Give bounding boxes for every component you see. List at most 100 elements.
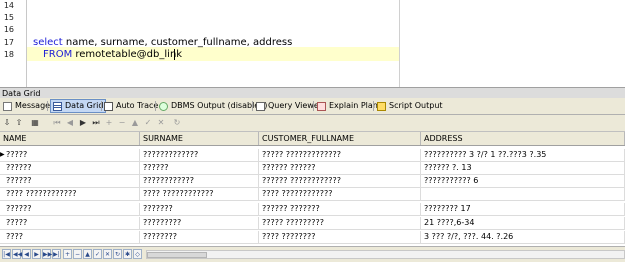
edit-record-icon[interactable]: ▲ xyxy=(130,118,140,128)
next-record-icon[interactable]: ▶ xyxy=(78,118,88,128)
cell-customer-fullname[interactable]: ???? ???????????? xyxy=(259,188,421,200)
keyword-from: FROM xyxy=(43,49,73,60)
tab-script-output[interactable]: Script Output xyxy=(377,100,443,112)
cell-surname[interactable]: ?????? xyxy=(140,162,259,174)
cell-address[interactable]: ???????? 17 xyxy=(421,203,625,215)
next-page-icon[interactable]: ▶▶ xyxy=(42,249,52,259)
right-margin-line xyxy=(399,0,400,87)
cell-customer-fullname[interactable]: ???? ???????? xyxy=(259,231,421,243)
table-row[interactable]: ???? ???????? ???? ???????? 3 ??? ?/?, ?… xyxy=(0,231,625,244)
tab-separator xyxy=(373,101,374,111)
bookmark-icon[interactable]: ✱ xyxy=(123,249,132,259)
tab-separator xyxy=(252,101,253,111)
prior-page-icon[interactable]: ◀◀ xyxy=(12,249,22,259)
delete-icon[interactable]: − xyxy=(73,249,82,259)
cell-customer-fullname[interactable]: ?????? ?????? xyxy=(259,162,421,174)
tab-separator xyxy=(155,101,156,111)
last-icon[interactable]: ▶| xyxy=(52,249,61,259)
cancel-icon[interactable]: ✕ xyxy=(103,249,112,259)
cell-name[interactable]: ???? ???????????? xyxy=(3,188,140,200)
data-grid[interactable]: NAME SURNAME CUSTOMER_FULLNAME ADDRESS ▶… xyxy=(0,132,625,246)
cell-surname[interactable]: ??????? xyxy=(140,203,259,215)
query-viewer-icon xyxy=(256,101,265,111)
cancel-edit-icon[interactable]: ✕ xyxy=(156,118,166,128)
horizontal-scrollbar[interactable] xyxy=(146,250,625,259)
scrollbar-thumb[interactable] xyxy=(147,252,207,258)
next-icon[interactable]: ▶ xyxy=(32,249,41,259)
filter-icon[interactable]: ◇ xyxy=(133,249,142,259)
column-header-customer-fullname[interactable]: CUSTOMER_FULLNAME xyxy=(259,132,421,145)
line-number: 16 xyxy=(3,25,14,34)
cell-address[interactable]: 3 ??? ?/?, ???. 44. ?.26 xyxy=(421,231,625,243)
post-icon[interactable]: ✓ xyxy=(93,249,102,259)
line-number: 15 xyxy=(3,13,14,22)
tab-label: Script Output xyxy=(389,101,443,110)
cell-name[interactable]: ???? xyxy=(3,231,140,243)
cell-name[interactable]: ????? xyxy=(3,149,140,161)
cell-address[interactable]: 21 ????,6-34 xyxy=(421,217,625,229)
line-number: 14 xyxy=(3,1,14,10)
edit-icon[interactable]: ▲ xyxy=(83,249,92,259)
cell-address[interactable]: ?????? ?. 13 xyxy=(421,162,625,174)
sql-editor[interactable]: 14 15 16 17 18 select name, surname, cus… xyxy=(0,0,625,87)
table-row[interactable]: ?????? ?????? ?????? ?????? ?????? ?. 13 xyxy=(0,162,625,175)
cell-address[interactable] xyxy=(421,188,625,200)
cell-customer-fullname[interactable]: ????? ????????????? xyxy=(259,149,421,161)
tab-explain-plan[interactable]: Explain Plan xyxy=(317,100,378,112)
cell-surname[interactable]: ???????? xyxy=(140,231,259,243)
insert-icon[interactable]: + xyxy=(63,249,72,259)
cell-address[interactable]: ??????????? 6 xyxy=(421,175,625,187)
cell-name[interactable]: ?????? xyxy=(3,162,140,174)
table-row[interactable]: ???? ???????????? ???? ???????????? ????… xyxy=(0,188,625,201)
code-text: name, surname, customer_fullname, addres… xyxy=(62,37,293,48)
code-text: remotetable@db_link xyxy=(72,49,183,60)
post-edit-icon[interactable]: ✓ xyxy=(143,118,153,128)
cell-surname[interactable]: ???? ???????????? xyxy=(140,188,259,200)
tab-label: Data Grid xyxy=(65,101,104,110)
column-header-surname[interactable]: SURNAME xyxy=(140,132,259,145)
script-output-icon xyxy=(377,101,386,111)
table-row[interactable]: ?????? ??????? ?????? ??????? ???????? 1… xyxy=(0,203,625,216)
delete-record-icon[interactable]: − xyxy=(117,118,127,128)
grid-options-icon[interactable]: ▦ xyxy=(30,118,40,128)
cell-address[interactable]: ?????????? 3 ?/? 1 ??.???3 ?.35 xyxy=(421,149,625,161)
tab-separator xyxy=(47,101,48,111)
refresh-icon[interactable]: ↻ xyxy=(113,249,122,259)
prior-record-icon[interactable]: ◀ xyxy=(65,118,75,128)
table-row[interactable]: ?????? ???????????? ?????? ???????????? … xyxy=(0,175,625,188)
refresh-icon[interactable]: ↻ xyxy=(172,118,182,128)
messages-icon xyxy=(3,101,12,111)
column-header-name[interactable]: NAME xyxy=(0,132,140,145)
tab-separator xyxy=(313,101,314,111)
cell-surname[interactable]: ????????????? xyxy=(140,149,259,161)
cell-surname[interactable]: ???????????? xyxy=(140,175,259,187)
column-header-address[interactable]: ADDRESS xyxy=(421,132,625,145)
cell-surname[interactable]: ????????? xyxy=(140,217,259,229)
text-cursor xyxy=(174,49,175,60)
insert-record-icon[interactable]: + xyxy=(104,118,114,128)
tab-separator xyxy=(101,101,102,111)
cell-name[interactable]: ?????? xyxy=(3,175,140,187)
cell-customer-fullname[interactable]: ?????? ??????? xyxy=(259,203,421,215)
table-row[interactable]: ▶ ????? ????????????? ????? ????????????… xyxy=(0,149,625,162)
first-icon[interactable]: |◀ xyxy=(2,249,11,259)
tab-label: Explain Plan xyxy=(329,101,378,110)
cell-customer-fullname[interactable]: ????? ????????? xyxy=(259,217,421,229)
export-icon[interactable]: ⇩ xyxy=(2,118,12,128)
import-icon[interactable]: ⇧ xyxy=(14,118,24,128)
tab-auto-trace[interactable]: Auto Trace xyxy=(104,100,158,112)
table-row[interactable]: ????? ????????? ????? ????????? 21 ????,… xyxy=(0,217,625,230)
grid-header-row: NAME SURNAME CUSTOMER_FULLNAME ADDRESS xyxy=(0,132,625,146)
dbms-output-icon xyxy=(159,101,168,111)
cell-customer-fullname[interactable]: ?????? ???????????? xyxy=(259,175,421,187)
cell-name[interactable]: ?????? xyxy=(3,203,140,215)
keyword-select: select xyxy=(33,37,63,48)
last-record-icon[interactable]: ⏭ xyxy=(91,118,101,128)
first-record-icon[interactable]: ⏮ xyxy=(52,118,62,128)
trace-icon xyxy=(104,101,113,111)
cell-name[interactable]: ????? xyxy=(3,217,140,229)
panel-title: Data Grid xyxy=(0,87,625,98)
code-line-from[interactable]: FROM remotetable@db_link xyxy=(43,48,182,61)
tab-data-grid[interactable]: Data Grid xyxy=(50,99,107,113)
prior-icon[interactable]: ◀ xyxy=(22,249,31,259)
